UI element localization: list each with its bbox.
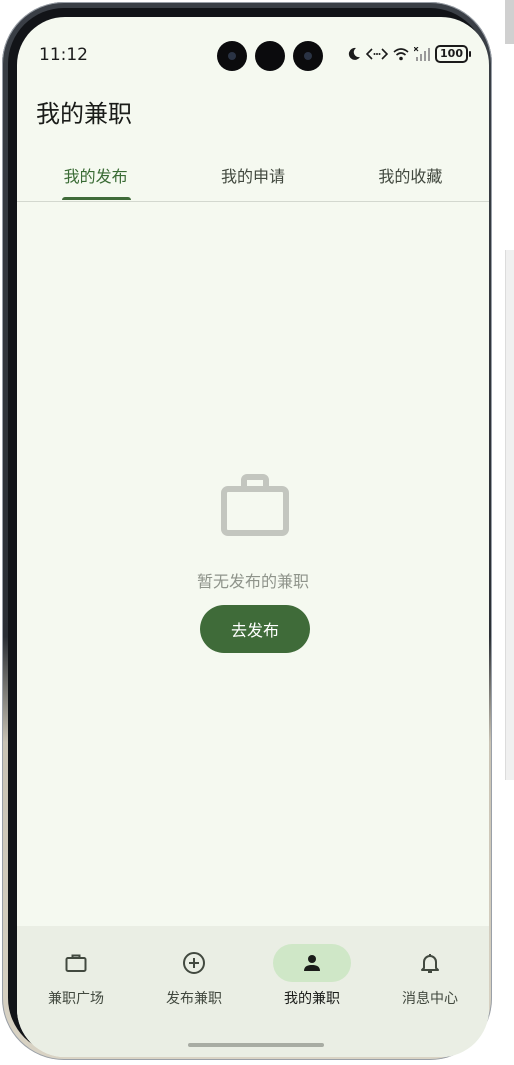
camera-lens xyxy=(255,41,285,71)
go-publish-button[interactable]: 去发布 xyxy=(200,605,310,653)
nav-item-messages[interactable]: 消息中心 xyxy=(371,944,489,1008)
go-publish-label: 去发布 xyxy=(230,621,279,640)
nav-item-job-square[interactable]: 兼职广场 xyxy=(17,944,135,1008)
battery-level: 100 xyxy=(435,45,468,63)
briefcase-icon xyxy=(221,474,289,536)
nav-item-my-jobs[interactable]: 我的兼职 xyxy=(253,944,371,1008)
nav-item-post-job[interactable]: 发布兼职 xyxy=(135,944,253,1008)
tab-my-favorites[interactable]: 我的收藏 xyxy=(332,157,489,201)
camera-lens xyxy=(293,41,323,71)
window-edge xyxy=(505,250,514,780)
tab-my-posts[interactable]: 我的发布 xyxy=(17,157,174,201)
app-screen: 11:12 100 我的兼职 我的发布 我的申请 我的收藏 暂无发布的兼职 去发… xyxy=(17,17,489,1057)
data-transfer-icon xyxy=(366,48,389,60)
scrollbar-thumb[interactable] xyxy=(505,0,514,44)
phone-bezel: 11:12 100 我的兼职 我的发布 我的申请 我的收藏 暂无发布的兼职 去发… xyxy=(8,8,489,1057)
bottom-navigation: 兼职广场 发布兼职 我的兼职 消息中心 xyxy=(17,926,489,1057)
camera-lens xyxy=(217,41,247,71)
briefcase-icon xyxy=(65,954,87,972)
home-indicator[interactable] xyxy=(188,1043,324,1047)
signal-icon xyxy=(414,47,431,61)
nav-label: 发布兼职 xyxy=(166,991,222,1007)
empty-message: 暂无发布的兼职 xyxy=(196,572,309,591)
tab-my-applications[interactable]: 我的申请 xyxy=(174,157,331,201)
bell-icon xyxy=(421,954,439,973)
page-title: 我的兼职 xyxy=(36,100,132,128)
nav-label: 我的兼职 xyxy=(284,991,340,1007)
battery-icon: 100 xyxy=(435,45,471,63)
camera-cutout xyxy=(217,41,323,71)
status-time: 11:12 xyxy=(39,45,88,65)
phone-frame: 11:12 100 我的兼职 我的发布 我的申请 我的收藏 暂无发布的兼职 去发… xyxy=(2,2,492,1060)
tab-label: 我的发布 xyxy=(63,167,128,186)
nav-label: 兼职广场 xyxy=(48,991,104,1007)
status-bar: 11:12 100 xyxy=(39,41,471,71)
tab-indicator xyxy=(62,197,131,200)
tab-label: 我的申请 xyxy=(220,167,285,186)
person-icon xyxy=(304,955,320,971)
moon-icon xyxy=(348,47,361,60)
status-icons: 100 xyxy=(347,45,471,63)
nav-active-pill xyxy=(273,944,351,982)
tab-bar: 我的发布 我的申请 我的收藏 xyxy=(17,157,489,202)
nav-label: 消息中心 xyxy=(402,991,458,1007)
wifi-icon xyxy=(393,48,409,61)
tab-label: 我的收藏 xyxy=(378,167,443,186)
add-circle-icon xyxy=(183,952,205,974)
